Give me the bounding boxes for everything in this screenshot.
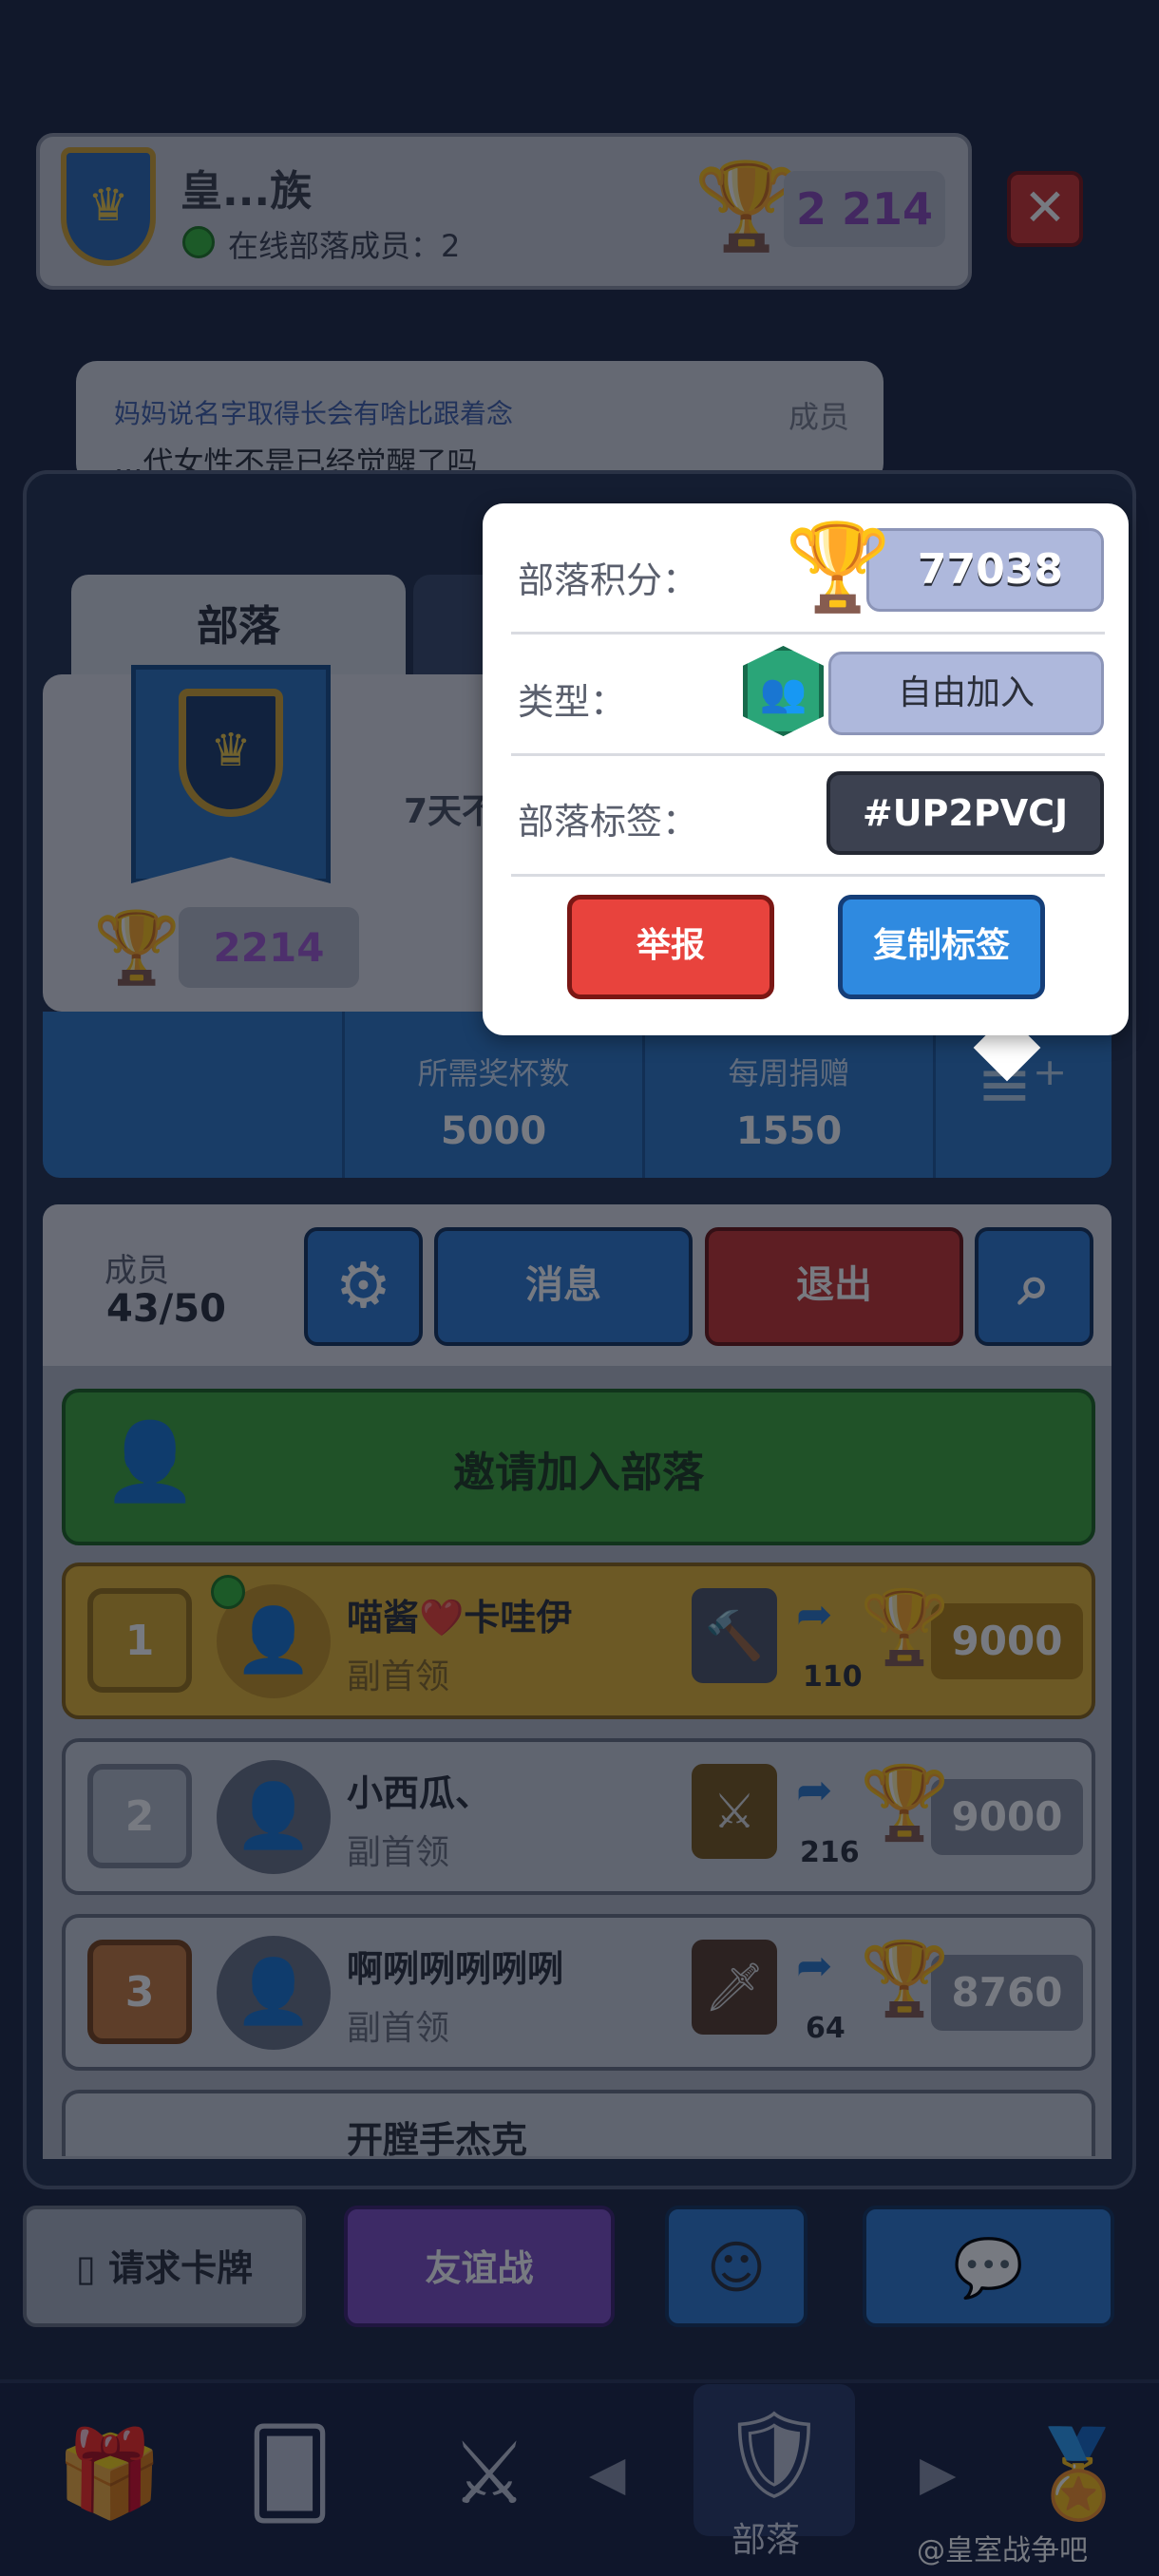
required-trophies-label: 所需奖杯数 bbox=[417, 1055, 570, 1091]
clan-tag-label: 部落标签： bbox=[518, 801, 699, 843]
members-label: 成员 bbox=[104, 1252, 169, 1290]
nav-right-arrow-icon[interactable]: ▶ bbox=[920, 2446, 956, 2501]
emote-button[interactable]: ☺ bbox=[665, 2206, 808, 2327]
member-role: 副首领 bbox=[347, 2009, 450, 2048]
clan-type-label: 类型： bbox=[518, 681, 627, 723]
arena-icon: 🗡 bbox=[692, 1940, 777, 2035]
nav-cards-icon[interactable]: 🂠 bbox=[209, 2403, 370, 2555]
member-trophies: 8760 bbox=[931, 1955, 1083, 2031]
online-status-icon bbox=[182, 226, 215, 258]
clan-trophies: 2214 bbox=[179, 907, 359, 988]
chat-author: 妈妈说名字取得长会有啥比跟着念 bbox=[114, 398, 514, 429]
clan-score-label: 部落积分： bbox=[518, 559, 699, 601]
clan-type-value: 自由加入 bbox=[828, 652, 1104, 735]
donation-icon: ➦ bbox=[796, 1764, 833, 1815]
card-icon: ▯ bbox=[75, 2247, 109, 2289]
clan-badge-icon: ♛ bbox=[61, 147, 156, 266]
donation-icon: ➦ bbox=[796, 1588, 833, 1639]
member-trophies: 9000 bbox=[931, 1779, 1083, 1855]
settings-gear-button[interactable]: ⚙ bbox=[304, 1227, 423, 1346]
gold-trophy-icon: 🏆 bbox=[785, 518, 892, 617]
search-icon: ⌕ bbox=[1017, 1252, 1051, 1318]
clan-trophies-value: 2 214 bbox=[784, 171, 945, 247]
divider bbox=[511, 632, 1105, 635]
required-trophies-value: 5000 bbox=[440, 1109, 547, 1153]
arena-icon: ⚔ bbox=[692, 1764, 777, 1859]
close-button[interactable]: ✕ bbox=[1007, 171, 1083, 247]
request-cards-label: 请求卡牌 bbox=[108, 2247, 254, 2289]
member-name: 开膛手杰克 bbox=[347, 2119, 528, 2161]
weekly-donations-label: 每周捐赠 bbox=[728, 1055, 850, 1091]
report-button[interactable]: 举报 bbox=[567, 895, 774, 999]
watermark: @皇室战争吧 bbox=[917, 2534, 1088, 2567]
avatar: 👤 bbox=[217, 1936, 331, 2050]
member-rank: 3 bbox=[87, 1940, 192, 2044]
chat-button[interactable]: 💬 bbox=[863, 2206, 1114, 2327]
member-rank: 1 bbox=[87, 1588, 192, 1693]
member-name: 啊咧咧咧咧咧 bbox=[347, 1948, 564, 1990]
member-donations: 216 bbox=[800, 1836, 860, 1869]
member-role: 副首领 bbox=[347, 1833, 450, 1872]
arena-icon: 🔨 bbox=[692, 1588, 777, 1683]
trophy-icon: 🏆 bbox=[860, 1584, 950, 1669]
invite-to-clan-label: 邀请加入部落 bbox=[453, 1449, 704, 1497]
divider bbox=[511, 874, 1105, 877]
member-name: 喵酱❤️卡哇伊 bbox=[347, 1597, 573, 1638]
clan-trophy-icon: 🏆 bbox=[93, 907, 181, 989]
member-role: 副首领 bbox=[347, 1657, 450, 1696]
clan-name: 皇...族 bbox=[180, 167, 313, 216]
online-members-text: 在线部落成员：2 bbox=[228, 228, 461, 264]
chat-bubble-icon: 💬 bbox=[953, 2235, 1024, 2301]
chat-author-role: 成员 bbox=[788, 399, 850, 435]
copy-tag-button[interactable]: 复制标签 bbox=[838, 895, 1045, 999]
nav-battle-icon[interactable]: ⚔ bbox=[408, 2403, 570, 2555]
gear-icon: ⚙ bbox=[334, 1249, 392, 1322]
clan-tag-value: #UP2PVCJ bbox=[826, 771, 1104, 855]
clan-score-value: 77038 bbox=[866, 528, 1104, 612]
request-cards-button[interactable]: ▯ 请求卡牌 bbox=[23, 2206, 306, 2327]
avatar: 👤 bbox=[217, 1760, 331, 1874]
divider bbox=[933, 1012, 936, 1178]
member-donations: 110 bbox=[803, 1660, 863, 1694]
member-donations: 64 bbox=[806, 2012, 846, 2045]
members-count: 43/50 bbox=[106, 1287, 226, 1331]
member-rank: 2 bbox=[87, 1764, 192, 1868]
message-button[interactable]: 消息 bbox=[434, 1227, 693, 1346]
nav-clan-label: 部落 bbox=[732, 2521, 801, 2560]
search-button[interactable]: ⌕ bbox=[975, 1227, 1093, 1346]
member-name: 小西瓜、 bbox=[347, 1772, 492, 1814]
divider bbox=[511, 753, 1105, 756]
donation-icon: ➦ bbox=[796, 1940, 833, 1991]
online-status-icon bbox=[211, 1575, 245, 1609]
trophy-icon: 🏆 bbox=[860, 1760, 950, 1845]
member-row[interactable] bbox=[62, 2090, 1095, 2156]
smiley-icon: ☺ bbox=[706, 2235, 767, 2301]
friendly-battle-button[interactable]: 友谊战 bbox=[344, 2206, 615, 2327]
leave-clan-button[interactable]: 退出 bbox=[705, 1227, 963, 1346]
nav-left-arrow-icon[interactable]: ◀ bbox=[589, 2446, 625, 2501]
nav-shop-icon[interactable]: 🎁 bbox=[28, 2403, 190, 2555]
member-trophies: 9000 bbox=[931, 1603, 1083, 1679]
trophy-icon: 🏆 bbox=[860, 1936, 950, 2020]
clan-badge-large-icon: ♛ bbox=[179, 689, 283, 817]
weekly-donations-value: 1550 bbox=[735, 1109, 843, 1153]
